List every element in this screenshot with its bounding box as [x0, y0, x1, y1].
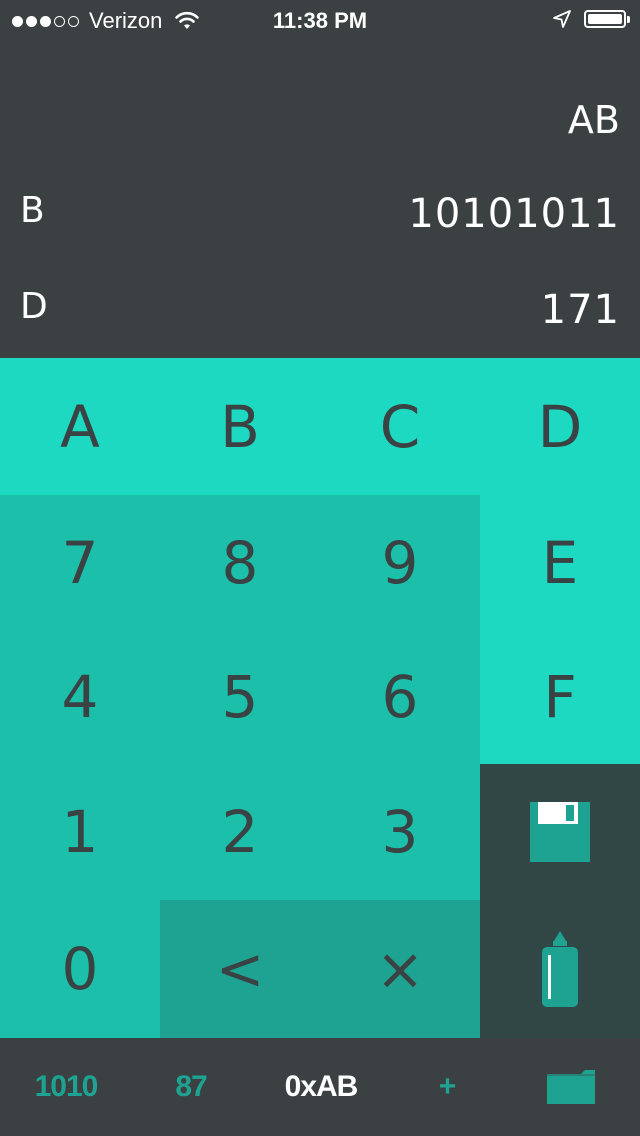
key-f[interactable]: F — [480, 630, 640, 764]
status-time: 11:38 PM — [272, 8, 368, 33]
key-0[interactable]: 0 — [0, 900, 160, 1038]
tab-bar: 1010 87 0xAB + — [0, 1038, 640, 1136]
tab-octal[interactable]: 87 — [132, 1038, 250, 1136]
tab-hex[interactable]: 0xAB — [250, 1038, 392, 1136]
key-6[interactable]: 6 — [320, 630, 480, 764]
backspace-icon: < — [215, 935, 265, 1003]
battery-level — [588, 14, 622, 24]
key-c[interactable]: C — [320, 358, 480, 495]
binary-value: 10101011 — [408, 191, 620, 237]
decimal-label: D — [20, 286, 48, 327]
folder-icon — [547, 1070, 595, 1104]
display-panel: AB B 10101011 D 171 — [0, 40, 640, 358]
key-4[interactable]: 4 — [0, 630, 160, 764]
clear-icon: × — [375, 935, 425, 1003]
key-7[interactable]: 7 — [0, 495, 160, 630]
key-5[interactable]: 5 — [160, 630, 320, 764]
key-1[interactable]: 1 — [0, 764, 160, 900]
decimal-value: 171 — [540, 287, 620, 333]
key-a[interactable]: A — [0, 358, 160, 495]
key-d[interactable]: D — [480, 358, 640, 495]
key-3[interactable]: 3 — [320, 764, 480, 900]
copy-button[interactable] — [480, 900, 640, 1038]
hex-value: AB — [567, 98, 620, 142]
battery-tip — [627, 16, 630, 23]
key-e[interactable]: E — [480, 495, 640, 630]
tab-add[interactable]: + — [392, 1038, 502, 1136]
binary-label: B — [20, 190, 45, 231]
clear-button[interactable]: × — [320, 900, 480, 1038]
save-button[interactable] — [480, 764, 640, 900]
backspace-button[interactable]: < — [160, 900, 320, 1038]
folder-button[interactable] — [502, 1038, 640, 1136]
key-2[interactable]: 2 — [160, 764, 320, 900]
floppy-disk-icon — [530, 802, 590, 862]
key-9[interactable]: 9 — [320, 495, 480, 630]
key-b[interactable]: B — [160, 358, 320, 495]
status-right — [552, 9, 630, 29]
keypad: A B C D 7 8 9 E 4 5 6 F 1 2 3 0 < × — [0, 358, 640, 1038]
glue-bottle-icon — [542, 931, 578, 1007]
key-8[interactable]: 8 — [160, 495, 320, 630]
battery-icon — [584, 10, 630, 28]
tab-binary[interactable]: 1010 — [0, 1038, 132, 1136]
location-arrow-icon — [553, 10, 571, 28]
status-bar: Verizon 11:38 PM — [0, 0, 640, 40]
